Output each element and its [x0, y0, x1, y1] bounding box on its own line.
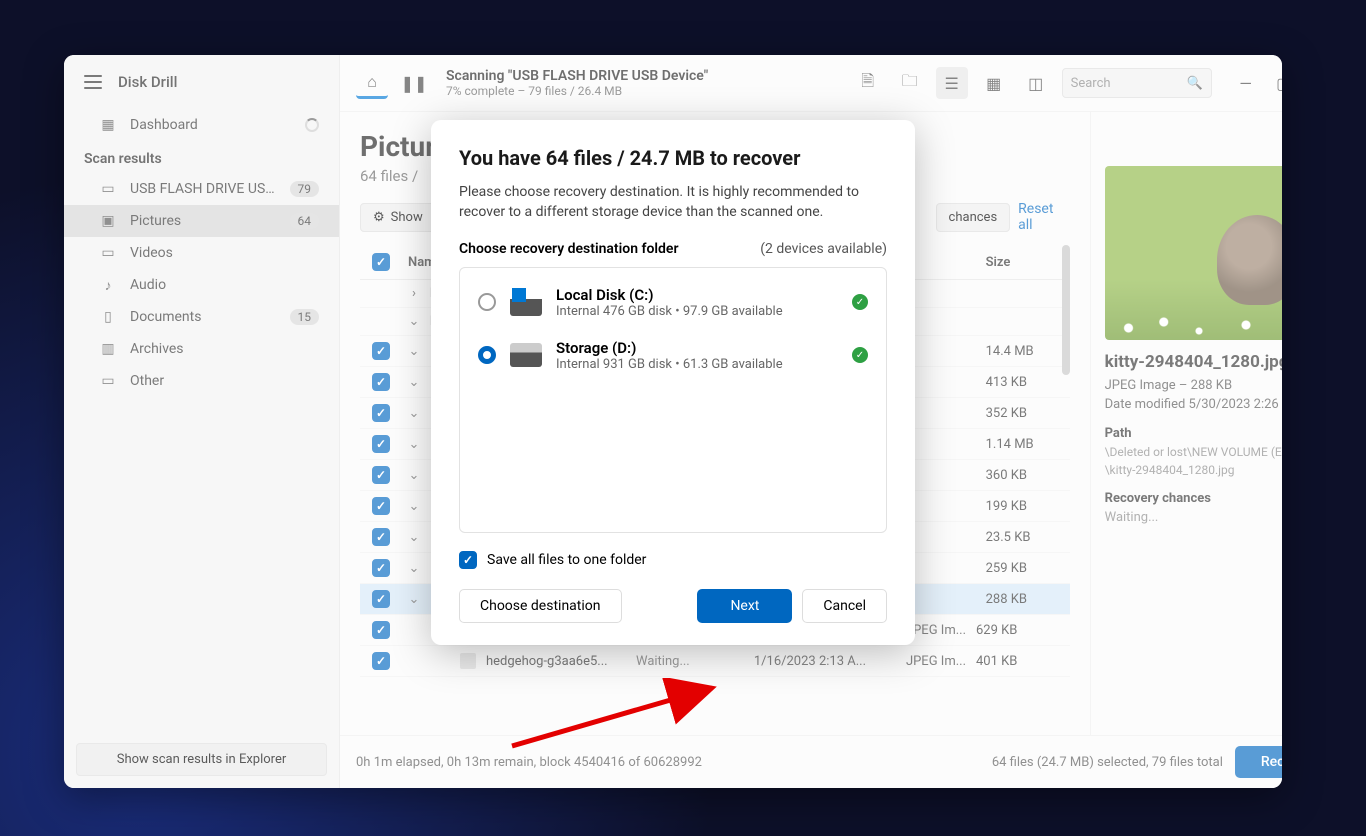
ok-badge-icon: ✓ [852, 294, 868, 310]
dest-label: Choose recovery destination folder [459, 241, 678, 257]
disk-icon [510, 343, 542, 367]
dest-name: Storage (D:) [556, 339, 838, 357]
modal-description: Please choose recovery destination. It i… [459, 182, 887, 223]
destination-list: Local Disk (C:) Internal 476 GB disk • 9… [459, 267, 887, 533]
modal-title: You have 64 files / 24.7 MB to recover [459, 146, 887, 170]
cancel-button[interactable]: Cancel [802, 589, 887, 623]
modal-backdrop: You have 64 files / 24.7 MB to recover P… [64, 55, 1282, 788]
arrow-annotation [502, 678, 742, 758]
dest-sub: Internal 476 GB disk • 97.9 GB available [556, 304, 838, 319]
disk-icon [510, 288, 542, 316]
dest-available: (2 devices available) [760, 241, 887, 257]
destination-item-d[interactable]: Storage (D:) Internal 931 GB disk • 61.3… [464, 329, 882, 382]
modal-buttons: Choose destination Next Cancel [459, 589, 887, 623]
recovery-destination-modal: You have 64 files / 24.7 MB to recover P… [431, 120, 915, 645]
destination-item-c[interactable]: Local Disk (C:) Internal 476 GB disk • 9… [464, 276, 882, 329]
radio-button[interactable] [478, 293, 496, 311]
next-button[interactable]: Next [697, 589, 792, 623]
app-window: Disk Drill ▦ Dashboard Scan results ▭ US… [64, 55, 1282, 788]
choose-destination-button[interactable]: Choose destination [459, 589, 622, 623]
ok-badge-icon: ✓ [852, 347, 868, 363]
save-one-label: Save all files to one folder [487, 552, 646, 568]
save-one-folder-option[interactable]: Save all files to one folder [459, 551, 887, 569]
dest-name: Local Disk (C:) [556, 286, 838, 304]
dest-sub: Internal 931 GB disk • 61.3 GB available [556, 357, 838, 372]
save-one-checkbox[interactable] [459, 551, 477, 569]
destination-header: Choose recovery destination folder (2 de… [459, 241, 887, 257]
radio-button[interactable] [478, 346, 496, 364]
